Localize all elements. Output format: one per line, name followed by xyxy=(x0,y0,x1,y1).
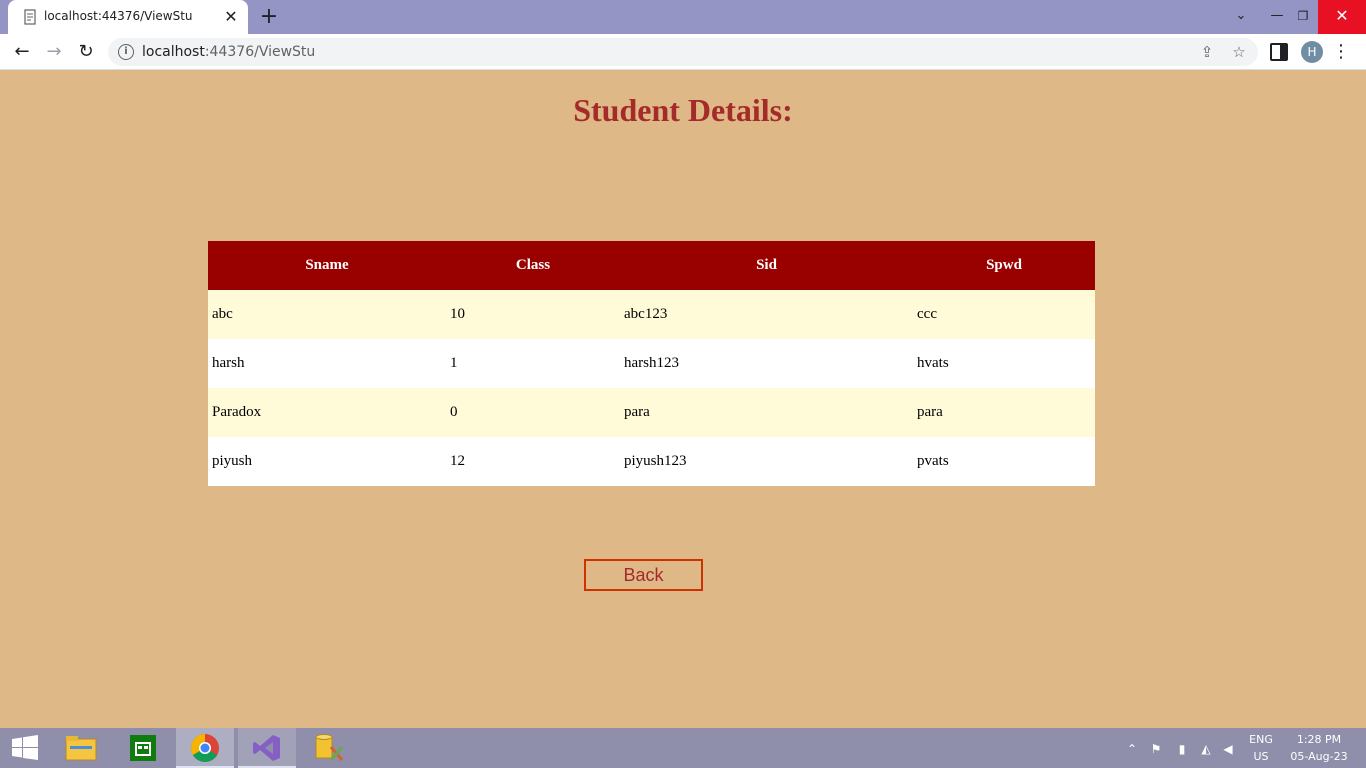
tray-volume-icon[interactable]: ◀ xyxy=(1220,741,1236,757)
tray-battery-icon[interactable]: ▮ xyxy=(1174,741,1190,757)
cell-spwd: hvats xyxy=(913,339,1095,388)
cell-sname: harsh xyxy=(208,339,446,388)
taskbar-sql-tool[interactable] xyxy=(300,728,358,768)
cell-sid: para xyxy=(620,388,913,437)
site-info-icon[interactable]: i xyxy=(118,44,134,60)
browser-toolbar: ← → ↻ i localhost:44376/ViewStu ⇪ ☆ H ⋮ xyxy=(0,34,1366,70)
tab-close-icon[interactable]: ✕ xyxy=(222,8,240,26)
start-icon xyxy=(12,735,38,760)
page-title: Student Details: xyxy=(573,92,793,128)
start-button[interactable] xyxy=(0,728,50,768)
sql-tool-icon xyxy=(315,734,344,761)
file-explorer-icon xyxy=(65,736,97,761)
cell-sid: harsh123 xyxy=(620,339,913,388)
column-header-sname: Sname xyxy=(208,241,446,290)
url-host: localhost xyxy=(142,44,205,60)
tray-flag-icon[interactable]: ⚑ xyxy=(1148,741,1164,757)
store-icon xyxy=(130,735,156,761)
back-arrow-icon[interactable]: ← xyxy=(10,40,34,64)
cell-sid: abc123 xyxy=(620,290,913,339)
cell-class: 1 xyxy=(446,339,620,388)
language-indicator-bottom[interactable]: US xyxy=(1244,750,1278,763)
taskbar-file-explorer[interactable] xyxy=(52,728,110,768)
table-row: abc 10 abc123 ccc xyxy=(208,290,1095,339)
taskbar-store[interactable] xyxy=(114,728,172,768)
cell-spwd: ccc xyxy=(913,290,1095,339)
table-row: harsh 1 harsh123 hvats xyxy=(208,339,1095,388)
address-bar[interactable]: i localhost:44376/ViewStu ⇪ ☆ xyxy=(108,38,1258,66)
side-panel-icon[interactable] xyxy=(1270,43,1288,61)
cell-spwd: para xyxy=(913,388,1095,437)
column-header-class: Class xyxy=(446,241,620,290)
share-icon[interactable]: ⇪ xyxy=(1196,42,1218,62)
tab-search-chevron-icon[interactable]: ⌄ xyxy=(1230,0,1252,34)
bookmark-star-icon[interactable]: ☆ xyxy=(1228,42,1250,62)
profile-avatar[interactable]: H xyxy=(1301,41,1323,63)
cell-class: 10 xyxy=(446,290,620,339)
cell-class: 12 xyxy=(446,437,620,486)
cell-sname: piyush xyxy=(208,437,446,486)
chrome-icon xyxy=(191,734,219,762)
back-button[interactable]: Back xyxy=(584,559,703,591)
forward-arrow-icon[interactable]: → xyxy=(42,40,66,64)
browser-title-bar: localhost:44376/ViewStu ✕ + ⌄ — ❐ ✕ xyxy=(0,0,1366,34)
student-table: Sname Class Sid Spwd abc 10 abc123 ccc h… xyxy=(208,241,1095,486)
visual-studio-icon xyxy=(253,735,280,761)
url-text[interactable]: localhost:44376/ViewStu xyxy=(142,44,315,60)
taskbar-visual-studio[interactable] xyxy=(238,728,296,768)
column-header-sid: Sid xyxy=(620,241,913,290)
cell-spwd: pvats xyxy=(913,437,1095,486)
restore-window-button[interactable]: ❐ xyxy=(1292,0,1314,34)
language-indicator-top[interactable]: ENG xyxy=(1244,733,1278,746)
column-header-spwd: Spwd xyxy=(913,241,1095,290)
cell-sid: piyush123 xyxy=(620,437,913,486)
windows-taskbar: ⌃ ⚑ ▮ ◭ ◀ ENG US 1:28 PM 05-Aug-23 xyxy=(0,728,1366,768)
tab-title: localhost:44376/ViewStu xyxy=(44,9,193,23)
taskbar-chrome[interactable] xyxy=(176,728,234,768)
table-header-row: Sname Class Sid Spwd xyxy=(208,241,1095,290)
clock-time[interactable]: 1:28 PM xyxy=(1284,733,1354,746)
cell-class: 0 xyxy=(446,388,620,437)
tray-network-icon[interactable]: ◭ xyxy=(1198,741,1214,757)
browser-tab[interactable]: localhost:44376/ViewStu ✕ xyxy=(8,0,248,34)
new-tab-button[interactable]: + xyxy=(258,6,280,28)
tray-overflow-chevron-icon[interactable]: ⌃ xyxy=(1124,741,1140,757)
table-row: Paradox 0 para para xyxy=(208,388,1095,437)
browser-menu-icon[interactable]: ⋮ xyxy=(1332,40,1350,64)
table-row: piyush 12 piyush123 pvats xyxy=(208,437,1095,486)
page-favicon-icon xyxy=(24,9,36,25)
cell-sname: abc xyxy=(208,290,446,339)
reload-icon[interactable]: ↻ xyxy=(74,40,98,64)
url-path: :44376/ViewStu xyxy=(204,44,316,60)
clock-date[interactable]: 05-Aug-23 xyxy=(1284,750,1354,763)
close-window-button[interactable]: ✕ xyxy=(1318,0,1366,34)
cell-sname: Paradox xyxy=(208,388,446,437)
minimize-window-button[interactable]: — xyxy=(1266,0,1288,34)
